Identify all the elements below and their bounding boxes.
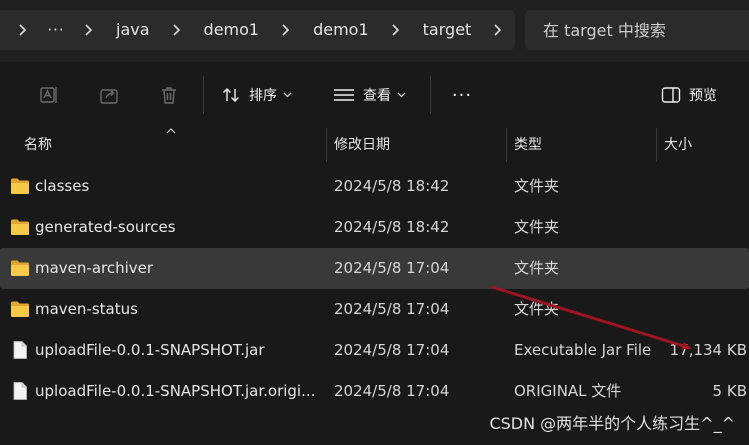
watermark: CSDN @两年半的个人练习生^_^ [489,414,735,433]
chevron-right-icon[interactable] [74,24,104,36]
share-icon[interactable] [96,82,122,108]
column-resize-handle[interactable] [506,128,507,162]
file-row-selected[interactable]: maven-archiver 2024/5/8 17:04 文件夹 [0,248,749,289]
folder-icon [11,260,29,276]
more-options-button[interactable]: ··· [450,80,474,110]
view-label: 查看 [363,88,391,104]
sort-ascending-icon [166,128,176,134]
sort-button[interactable]: 排序 [221,80,292,110]
file-type: 文件夹 [514,177,560,195]
breadcrumb-demo1-inner[interactable]: demo1 [301,10,381,50]
file-type: Executable Jar File [514,341,652,359]
folder-icon [11,301,29,317]
file-name: uploadFile-0.0.1-SNAPSHOT.jar.origi... [35,382,316,400]
file-size: 17,134 KB [669,341,747,359]
file-explorer-window: ··· java demo1 demo1 target 在 target 中搜索… [0,0,749,445]
breadcrumb-target[interactable]: target [411,10,484,50]
column-headers: 名称 修改日期 类型 大小 [0,128,749,162]
file-date: 2024/5/8 18:42 [334,218,450,236]
file-type: ORIGINAL 文件 [514,382,622,400]
file-type: 文件夹 [514,218,560,236]
chevron-right-icon[interactable] [162,24,192,36]
rename-icon[interactable] [36,82,62,108]
toolbar-divider [430,76,431,114]
folder-icon [11,219,29,235]
file-date: 2024/5/8 17:04 [334,341,450,359]
chevron-right-icon[interactable] [381,24,411,36]
command-bar: 排序 查看 ··· 预览 [0,62,749,128]
column-header-name[interactable]: 名称 [24,128,52,162]
file-row[interactable]: generated-sources 2024/5/8 18:42 文件夹 [0,207,749,248]
file-size: 5 KB [712,382,747,400]
address-bar[interactable]: ··· java demo1 demo1 target [0,10,515,50]
view-list-icon [333,85,355,105]
preview-pane-button[interactable]: 预览 [661,80,717,110]
file-name: classes [35,177,90,195]
column-header-type[interactable]: 类型 [514,128,542,162]
file-list: classes 2024/5/8 18:42 文件夹 generated-sou… [0,166,749,412]
chevron-right-icon[interactable] [271,24,301,36]
file-row[interactable]: uploadFile-0.0.1-SNAPSHOT.jar 2024/5/8 1… [0,330,749,371]
sort-label: 排序 [249,88,277,104]
preview-pane-icon [661,86,681,104]
chevron-down-icon [397,92,406,98]
breadcrumb-demo1[interactable]: demo1 [192,10,272,50]
chevron-down-icon [283,92,292,98]
file-row[interactable]: maven-status 2024/5/8 17:04 文件夹 [0,289,749,330]
file-name: maven-archiver [35,259,154,277]
chevron-right-icon[interactable] [8,24,38,36]
preview-label: 预览 [689,88,717,104]
column-resize-handle[interactable] [326,128,327,162]
search-input[interactable] [525,10,749,50]
chevron-right-icon[interactable] [483,24,513,36]
file-row[interactable]: classes 2024/5/8 18:42 文件夹 [0,166,749,207]
file-type: 文件夹 [514,300,560,318]
file-row[interactable]: uploadFile-0.0.1-SNAPSHOT.jar.origi... 2… [0,371,749,412]
column-header-date[interactable]: 修改日期 [334,128,390,162]
view-button[interactable]: 查看 [333,80,406,110]
sort-arrows-icon [221,85,241,105]
toolbar-divider [203,76,204,114]
file-name: uploadFile-0.0.1-SNAPSHOT.jar [35,341,265,359]
file-date: 2024/5/8 17:04 [334,382,450,400]
file-icon [13,382,27,400]
file-icon [13,341,27,359]
file-type: 文件夹 [514,259,560,277]
column-header-size[interactable]: 大小 [664,128,692,162]
trash-icon[interactable] [156,82,182,108]
column-resize-handle[interactable] [656,128,657,162]
navigation-bar: ··· java demo1 demo1 target [0,0,749,62]
breadcrumb-overflow-button[interactable]: ··· [38,21,74,39]
file-name: maven-status [35,300,138,318]
file-name: generated-sources [35,218,176,236]
breadcrumb-java[interactable]: java [104,10,162,50]
folder-icon [11,178,29,194]
file-date: 2024/5/8 17:04 [334,300,450,318]
file-date: 2024/5/8 17:04 [334,259,450,277]
file-date: 2024/5/8 18:42 [334,177,450,195]
